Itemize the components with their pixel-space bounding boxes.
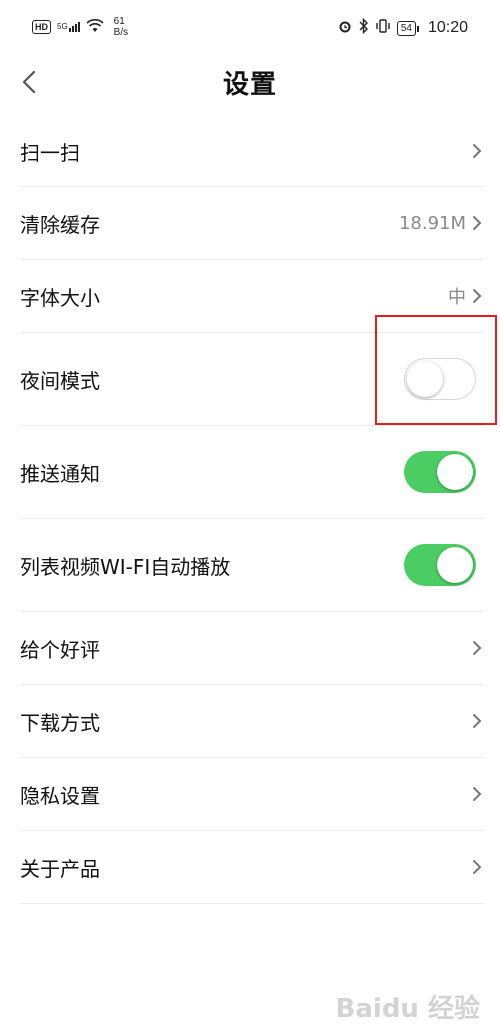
font-size-value: 中 bbox=[448, 287, 466, 308]
chevron-right-icon bbox=[473, 860, 482, 874]
alarm-icon bbox=[337, 18, 353, 38]
status-right: 54 10:20 bbox=[337, 17, 468, 38]
setting-label: 清除缓存 bbox=[20, 212, 100, 237]
setting-wifi-autoplay: 列表视频WI-FI自动播放 bbox=[20, 519, 484, 612]
setting-label: 列表视频WI-FI自动播放 bbox=[20, 554, 231, 579]
settings-list: 扫一扫 清除缓存 18.91M 字体大小 中 夜间模式 推送通知 列表视频WI-… bbox=[20, 116, 484, 904]
status-time: 10:20 bbox=[427, 19, 468, 36]
setting-label: 夜间模式 bbox=[20, 368, 100, 393]
page-title: 设置 bbox=[222, 70, 277, 100]
setting-label: 扫一扫 bbox=[20, 140, 80, 165]
net-speed-value: 61 bbox=[113, 16, 125, 27]
setting-label: 字体大小 bbox=[20, 285, 100, 310]
net-speed: 61 B/s bbox=[114, 16, 128, 38]
nav-bar: 设置 bbox=[0, 58, 500, 106]
toggle-knob bbox=[437, 454, 473, 490]
battery-indicator: 54 bbox=[396, 20, 420, 36]
chevron-right-icon bbox=[473, 714, 482, 728]
signal-type: 5G bbox=[57, 22, 68, 31]
chevron-right-icon bbox=[473, 216, 482, 230]
highlight-annotation bbox=[375, 315, 497, 425]
signal-icon: 5G bbox=[57, 22, 80, 32]
wifi-autoplay-toggle[interactable] bbox=[404, 544, 476, 586]
setting-privacy[interactable]: 隐私设置 bbox=[20, 758, 484, 831]
chevron-right-icon bbox=[473, 787, 482, 801]
setting-clear-cache[interactable]: 清除缓存 18.91M bbox=[20, 187, 484, 260]
setting-push-notification: 推送通知 bbox=[20, 426, 484, 519]
hd-badge: HD bbox=[32, 20, 51, 34]
toggle-knob bbox=[437, 547, 473, 583]
bluetooth-icon bbox=[359, 17, 369, 38]
setting-label: 给个好评 bbox=[20, 637, 100, 662]
net-speed-unit: B/s bbox=[113, 27, 129, 38]
status-left: HD 5G 61 B/s bbox=[32, 16, 128, 38]
vibrate-icon bbox=[375, 18, 391, 38]
chevron-right-icon bbox=[473, 289, 482, 303]
status-bar: HD 5G 61 B/s 54 10:20 bbox=[0, 0, 500, 58]
setting-rate-app[interactable]: 给个好评 bbox=[20, 612, 484, 685]
setting-about[interactable]: 关于产品 bbox=[20, 831, 484, 904]
back-arrow-icon[interactable] bbox=[16, 66, 46, 98]
setting-label: 关于产品 bbox=[20, 856, 100, 881]
setting-scan[interactable]: 扫一扫 bbox=[20, 116, 484, 187]
baidu-watermark: Baidu 经验 bbox=[335, 994, 480, 1024]
wifi-icon bbox=[86, 18, 104, 36]
cache-size-value: 18.91M bbox=[398, 212, 466, 234]
setting-label: 下载方式 bbox=[20, 710, 100, 735]
setting-download-method[interactable]: 下载方式 bbox=[20, 685, 484, 758]
push-notification-toggle[interactable] bbox=[404, 451, 476, 493]
chevron-right-icon bbox=[473, 641, 482, 655]
setting-label: 隐私设置 bbox=[20, 783, 100, 808]
chevron-right-icon bbox=[473, 144, 482, 158]
setting-label: 推送通知 bbox=[20, 461, 100, 486]
